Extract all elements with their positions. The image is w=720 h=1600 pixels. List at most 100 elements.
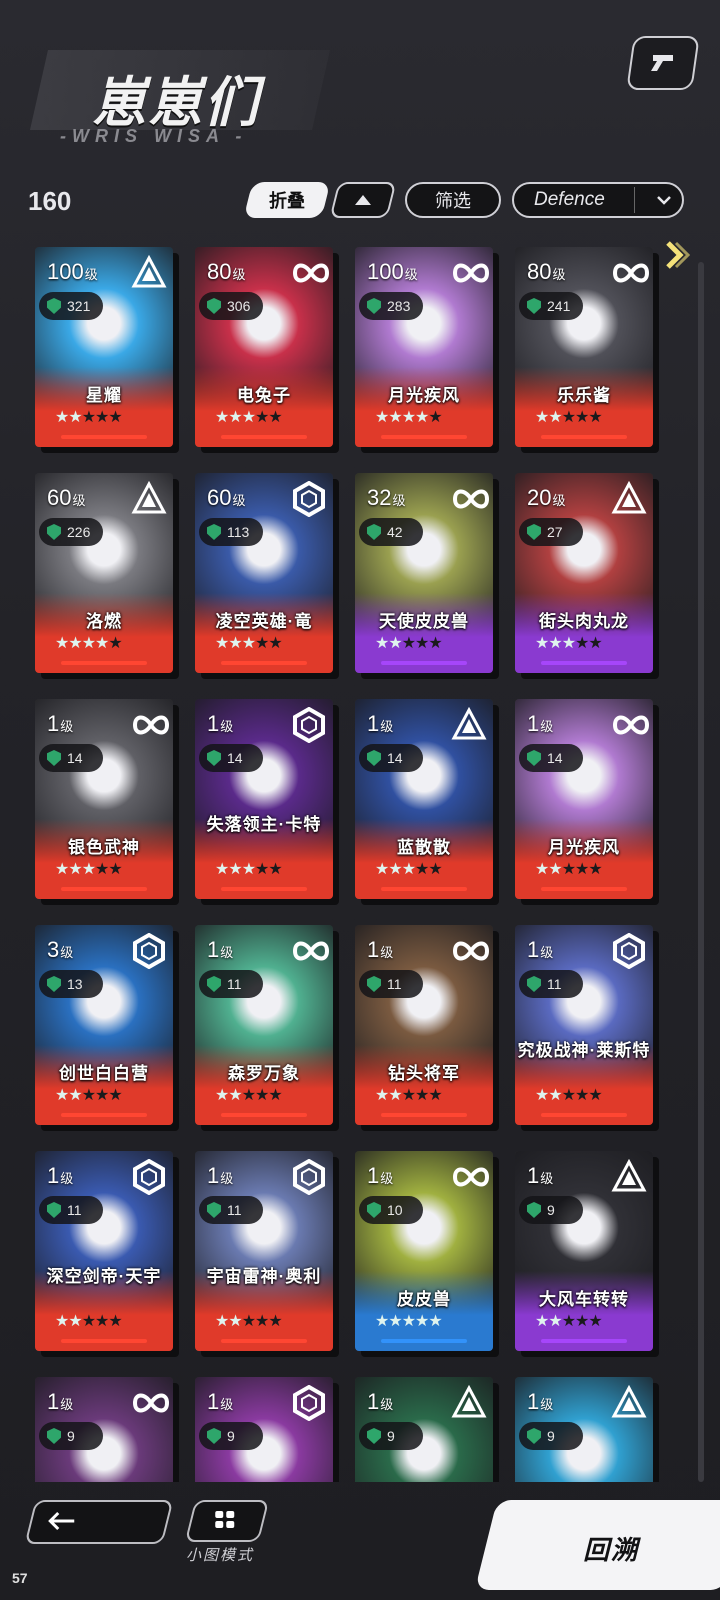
shield-icon bbox=[47, 750, 61, 766]
pet-card[interactable]: 1级 9 bbox=[35, 1377, 179, 1482]
infinity-type-icon bbox=[131, 1385, 170, 1421]
rarity-bar bbox=[61, 1339, 147, 1343]
rarity-bar bbox=[541, 435, 627, 439]
pet-name: 凌空英雄·竜 bbox=[215, 612, 313, 631]
defence-badge: 14 bbox=[359, 744, 423, 772]
shield-icon bbox=[47, 524, 61, 540]
share-button[interactable] bbox=[626, 36, 700, 90]
pet-name: 乐乐酱 bbox=[557, 386, 611, 405]
mini-mode-button[interactable] bbox=[184, 1500, 270, 1542]
card-body: 60级 113 凌空英雄·竜 ★★★★★ bbox=[195, 473, 333, 673]
triangle-up-icon bbox=[355, 195, 371, 205]
rarity-bar bbox=[61, 435, 147, 439]
pet-level: 32级 bbox=[367, 485, 406, 510]
card-body: 3级 13 创世白白营 ★★★★★ bbox=[35, 925, 173, 1125]
pet-level: 1级 bbox=[367, 1389, 394, 1414]
shield-icon bbox=[527, 298, 541, 314]
pet-level: 100级 bbox=[47, 259, 98, 284]
defence-badge: 14 bbox=[519, 744, 583, 772]
pet-card[interactable]: 100级 321 星耀 ★★★★★ bbox=[35, 247, 179, 453]
pet-card[interactable]: 1级 9 大风车转转 ★★★★★ bbox=[515, 1151, 659, 1357]
pet-card[interactable]: 1级 11 深空剑帝·天宇 ★★★★★ bbox=[35, 1151, 179, 1357]
pet-card[interactable]: 1级 9 bbox=[515, 1377, 659, 1482]
pet-name: 天使皮皮兽 bbox=[379, 612, 469, 631]
star-rating: ★★★★★ bbox=[215, 409, 283, 426]
star-rating: ★★★★★ bbox=[55, 1313, 123, 1330]
card-body: 32级 42 天使皮皮兽 ★★★★★ bbox=[355, 473, 493, 673]
pet-level: 20级 bbox=[527, 485, 566, 510]
pet-name: 星耀 bbox=[86, 386, 122, 405]
fold-button[interactable]: 折叠 bbox=[243, 182, 331, 218]
pet-card[interactable]: 1级 11 究极战神·莱斯特 ★★★★★ bbox=[515, 925, 659, 1131]
back-button[interactable] bbox=[24, 1500, 174, 1544]
shield-icon bbox=[367, 976, 381, 992]
pet-card[interactable]: 80级 306 电兔子 ★★★★★ bbox=[195, 247, 339, 453]
filter-button[interactable]: 筛选 bbox=[405, 182, 501, 218]
pet-level: 1级 bbox=[47, 711, 74, 736]
pet-card[interactable]: 1级 11 钻头将军 ★★★★★ bbox=[355, 925, 499, 1131]
pet-level: 1级 bbox=[207, 1163, 234, 1188]
infinity-type-icon bbox=[611, 255, 650, 291]
defence-badge: 9 bbox=[39, 1422, 103, 1450]
pet-card[interactable]: 1级 14 蓝散散 ★★★★★ bbox=[355, 699, 499, 905]
pet-card[interactable]: 3级 13 创世白白营 ★★★★★ bbox=[35, 925, 179, 1131]
card-body: 1级 14 月光疾风 ★★★★★ bbox=[515, 699, 653, 899]
grid-icon bbox=[215, 1511, 235, 1528]
card-body: 1级 10 皮皮兽 ★★★★★ bbox=[355, 1151, 493, 1351]
shield-icon bbox=[207, 1202, 221, 1218]
defence-badge: 226 bbox=[39, 518, 103, 546]
pet-card[interactable]: 1级 14 失落领主·卡特 ★★★★★ bbox=[195, 699, 339, 905]
pet-card[interactable]: 1级 14 月光疾风 ★★★★★ bbox=[515, 699, 659, 905]
sort-select[interactable]: Defence bbox=[512, 182, 684, 218]
card-body: 100级 321 星耀 ★★★★★ bbox=[35, 247, 173, 447]
card-body: 1级 9 大风车转转 ★★★★★ bbox=[515, 1151, 653, 1351]
rarity-bar bbox=[381, 435, 467, 439]
pet-card[interactable]: 100级 283 月光疾风 ★★★★★ bbox=[355, 247, 499, 453]
star-rating: ★★★★★ bbox=[55, 409, 123, 426]
pet-card[interactable]: 1级 10 皮皮兽 ★★★★★ bbox=[355, 1151, 499, 1357]
defence-badge: 283 bbox=[359, 292, 423, 320]
infinity-type-icon bbox=[291, 933, 330, 969]
triangle-type-icon bbox=[611, 480, 647, 517]
card-body: 1级 9 bbox=[195, 1377, 333, 1482]
rarity-bar bbox=[61, 1113, 147, 1117]
defence-badge: 9 bbox=[199, 1422, 263, 1450]
pet-card[interactable]: 1级 9 bbox=[195, 1377, 339, 1482]
pet-card[interactable]: 32级 42 天使皮皮兽 ★★★★★ bbox=[355, 473, 499, 679]
defence-badge: 321 bbox=[39, 292, 103, 320]
card-body: 1级 11 森罗万象 ★★★★★ bbox=[195, 925, 333, 1125]
sort-value: Defence bbox=[534, 189, 605, 210]
defence-badge: 42 bbox=[359, 518, 423, 546]
pet-card[interactable]: 1级 9 bbox=[355, 1377, 499, 1482]
infinity-type-icon bbox=[291, 255, 330, 291]
defence-badge: 9 bbox=[359, 1422, 423, 1450]
infinity-type-icon bbox=[451, 255, 490, 291]
shield-icon bbox=[527, 976, 541, 992]
pet-card[interactable]: 60级 226 洛燃 ★★★★★ bbox=[35, 473, 179, 679]
pet-card[interactable]: 60级 113 凌空英雄·竜 ★★★★★ bbox=[195, 473, 339, 679]
return-button[interactable]: 回溯 bbox=[474, 1500, 720, 1590]
shield-icon bbox=[207, 750, 221, 766]
pet-grid: 100级 321 星耀 ★★★★★ 80级 306 电兔子 ★★★★★ 100级 283 月光疾风 ★… bbox=[0, 245, 720, 1482]
hexagon-type-icon bbox=[291, 480, 327, 518]
star-rating: ★★★★★ bbox=[375, 409, 443, 426]
star-rating: ★★★★★ bbox=[535, 1313, 603, 1330]
defence-badge: 14 bbox=[199, 744, 263, 772]
card-body: 100级 283 月光疾风 ★★★★★ bbox=[355, 247, 493, 447]
hexagon-type-icon bbox=[611, 932, 647, 970]
rarity-bar bbox=[381, 661, 467, 665]
rarity-bar bbox=[541, 661, 627, 665]
pet-level: 1级 bbox=[207, 937, 234, 962]
sort-direction-button[interactable] bbox=[329, 182, 397, 218]
triangle-type-icon bbox=[611, 1384, 647, 1421]
pet-card[interactable]: 20级 27 街头肉丸龙 ★★★★★ bbox=[515, 473, 659, 679]
pet-card[interactable]: 80级 241 乐乐酱 ★★★★★ bbox=[515, 247, 659, 453]
pet-card[interactable]: 1级 14 银色武神 ★★★★★ bbox=[35, 699, 179, 905]
star-rating: ★★★★★ bbox=[215, 861, 283, 878]
triangle-type-icon bbox=[451, 706, 487, 743]
pet-card[interactable]: 1级 11 宇宙雷神·奥利 ★★★★★ bbox=[195, 1151, 339, 1357]
pet-level: 1级 bbox=[367, 1163, 394, 1188]
shield-icon bbox=[47, 976, 61, 992]
pet-card[interactable]: 1级 11 森罗万象 ★★★★★ bbox=[195, 925, 339, 1131]
pet-name: 洛燃 bbox=[86, 612, 122, 631]
